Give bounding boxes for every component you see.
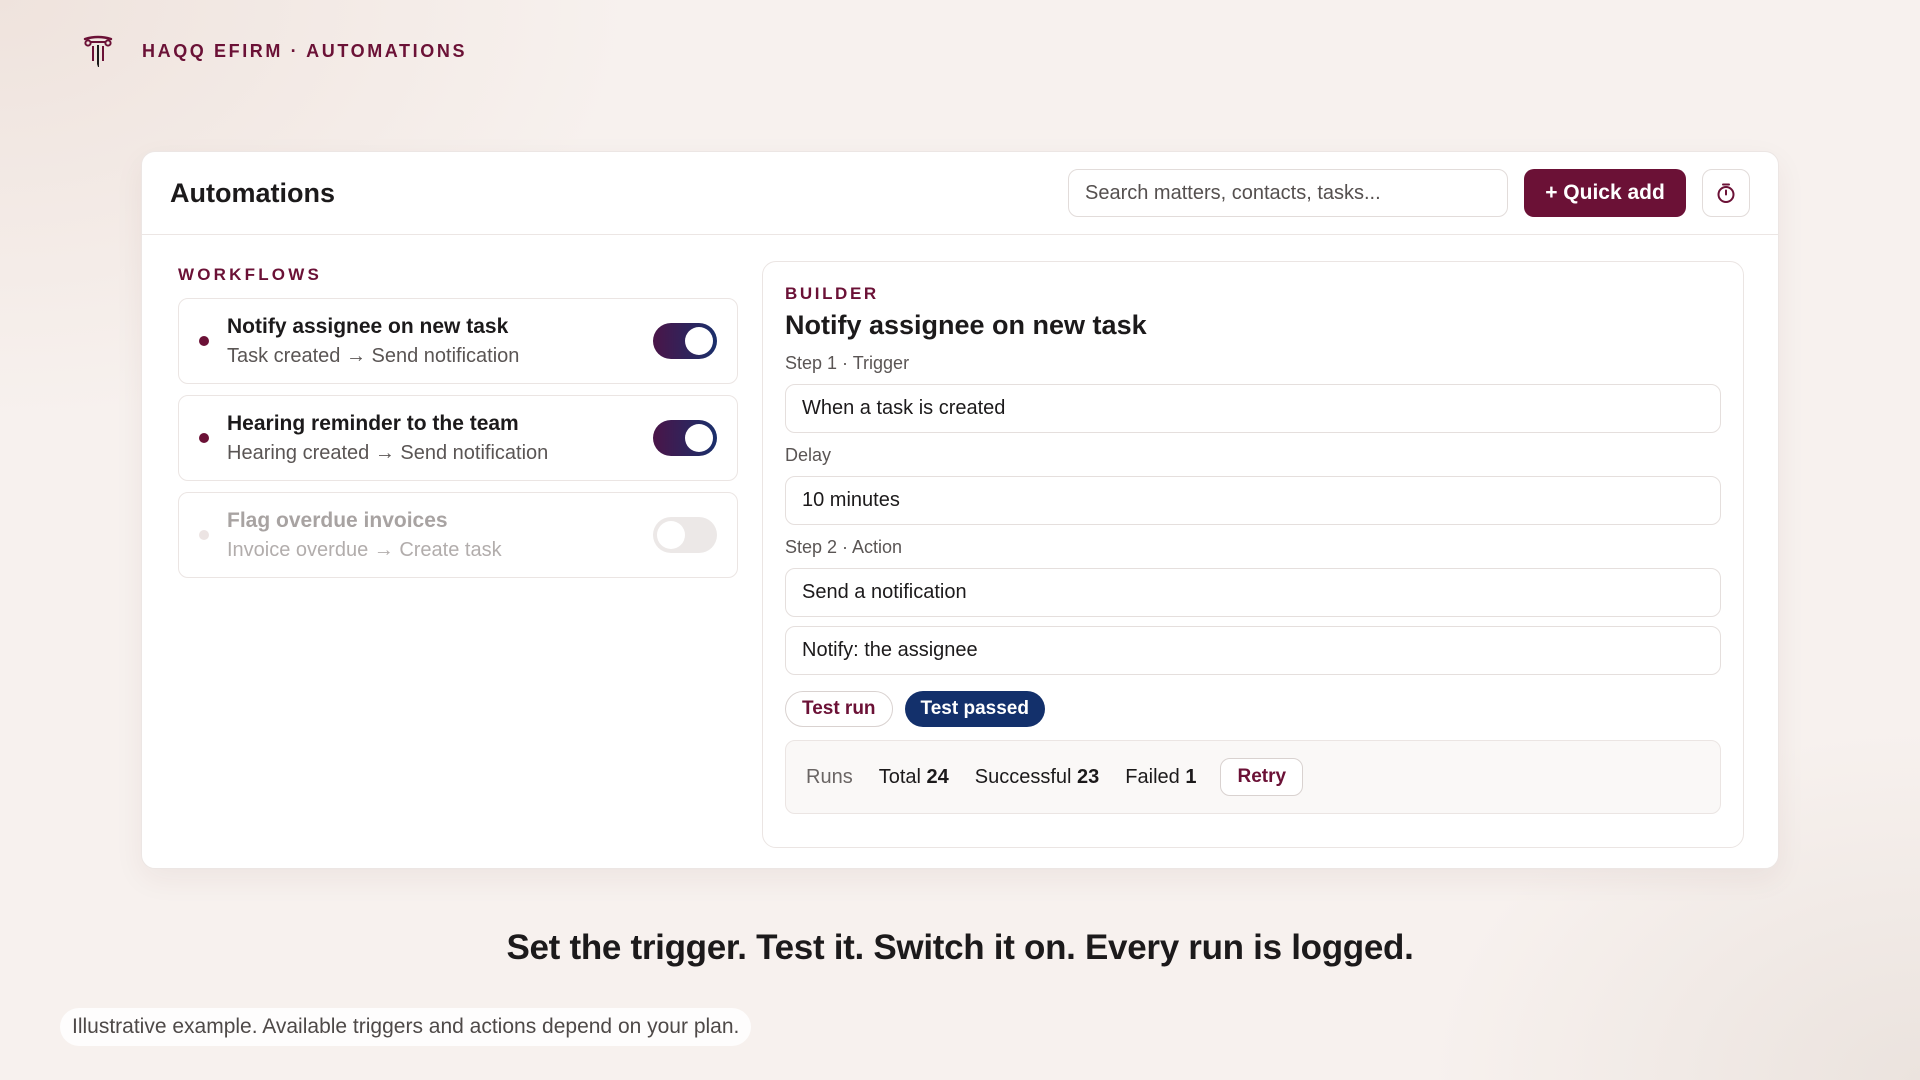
trigger-field[interactable]: When a task is created (785, 384, 1721, 433)
workflow-item[interactable]: Flag overdue invoices Invoice overdue → … (178, 492, 738, 578)
workflow-title: Notify assignee on new task (227, 314, 509, 338)
toggle-knob (685, 424, 713, 452)
runs-total-label: Total (878, 765, 921, 788)
runs-success-label: Successful (974, 765, 1072, 788)
stopwatch-icon (1717, 183, 1735, 203)
test-status-badge: Test passed (904, 691, 1045, 727)
workflow-item[interactable]: Hearing reminder to the team Hearing cre… (178, 395, 738, 481)
workflows-panel: WORKFLOWS Notify assignee on new task Ta… (178, 265, 738, 578)
workflow-text: Flag overdue invoices Invoice overdue → … (227, 509, 502, 562)
action-field[interactable]: Send a notification (785, 568, 1721, 617)
status-dot (199, 530, 209, 540)
runs-total: Total 24 (879, 766, 949, 789)
notify-field[interactable]: Notify: the assignee (785, 626, 1721, 675)
workflow-toggle[interactable] (653, 517, 717, 553)
delay-label: Delay (785, 445, 832, 465)
workflow-item[interactable]: Notify assignee on new task Task created… (178, 298, 738, 384)
runs-summary: Runs Total 24 Successful 23 Failed 1 Ret… (785, 740, 1721, 814)
runs-failed: Failed 1 (1125, 766, 1196, 789)
workflow-title: Hearing reminder to the team (227, 411, 519, 435)
workflow-subtitle: Hearing created → Send notification (227, 441, 549, 464)
search-input[interactable] (1068, 169, 1508, 217)
runs-failed-value: 1 (1185, 765, 1197, 788)
delay-field[interactable]: 10 minutes (785, 476, 1721, 525)
workflow-subtitle: Task created → Send notification (227, 344, 520, 367)
test-row: Test run Test passed (785, 691, 1721, 727)
pillar-logo-icon (83, 35, 113, 67)
runs-failed-label: Failed (1125, 765, 1180, 788)
runs-label: Runs (806, 765, 853, 788)
status-dot (199, 433, 209, 443)
tagline: Set the trigger. Test it. Switch it on. … (506, 928, 1414, 967)
builder-title: Notify assignee on new task (785, 310, 1147, 340)
quick-add-button[interactable]: + Quick add (1524, 169, 1686, 217)
status-dot (199, 336, 209, 346)
brand-title: HAQQ EFIRM · AUTOMATIONS (142, 40, 468, 61)
workflow-list: Notify assignee on new task Task created… (178, 298, 738, 578)
workflow-text: Notify assignee on new task Task created… (227, 315, 519, 368)
step2-label: Step 2 · Action (785, 537, 903, 557)
runs-successful: Successful 23 (975, 766, 1100, 789)
workflow-toggle[interactable] (653, 420, 717, 456)
automations-card: Automations + Quick add WORKFLOWS Notify… (141, 151, 1779, 869)
workflow-toggle[interactable] (653, 323, 717, 359)
page-title: Automations (170, 177, 335, 208)
test-run-button[interactable]: Test run (785, 691, 893, 727)
header-actions: + Quick add (1068, 169, 1750, 217)
builder-panel: BUILDER Notify assignee on new task Step… (762, 261, 1744, 848)
retry-button[interactable]: Retry (1220, 758, 1304, 796)
timer-button[interactable] (1702, 169, 1750, 217)
workflow-subtitle: Invoice overdue → Create task (227, 538, 502, 561)
runs-total-value: 24 (926, 765, 949, 788)
brand: HAQQ EFIRM · AUTOMATIONS (82, 34, 467, 68)
workflow-text: Hearing reminder to the team Hearing cre… (227, 412, 548, 465)
step1-label: Step 1 · Trigger (785, 353, 910, 373)
workflow-title: Flag overdue invoices (227, 508, 448, 532)
runs-success-value: 23 (1077, 765, 1100, 788)
toggle-knob (685, 327, 713, 355)
builder-label: BUILDER (785, 284, 879, 303)
disclaimer: Illustrative example. Available triggers… (60, 1008, 752, 1046)
card-header: Automations + Quick add (142, 152, 1778, 235)
toggle-knob (657, 521, 685, 549)
workflows-label: WORKFLOWS (178, 265, 322, 284)
